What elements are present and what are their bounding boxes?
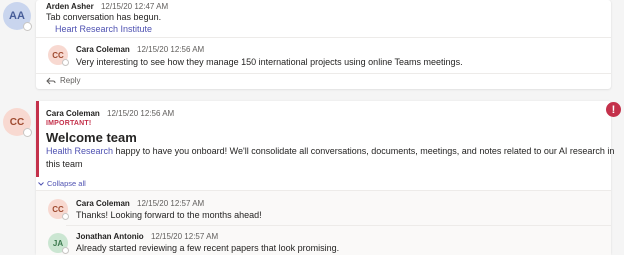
- avatar-initials: CC: [52, 204, 64, 214]
- avatar-cara-coleman[interactable]: CC: [48, 199, 69, 220]
- avatar-cara-coleman[interactable]: CC: [3, 108, 32, 137]
- importance-accent-bar: [36, 101, 39, 177]
- message-body: happy to have you onboard! We'll consoli…: [113, 146, 615, 156]
- author-name[interactable]: Cara Coleman: [76, 199, 130, 208]
- reply-header: Cara Coleman 12/15/20 12:56 AM: [76, 45, 204, 54]
- timestamp: 12/15/20 12:56 AM: [137, 45, 205, 54]
- author-name[interactable]: Arden Asher: [46, 2, 94, 11]
- message-subject: Welcome team: [46, 130, 137, 145]
- presence-status-icon: [62, 59, 69, 66]
- reply-text: Very interesting to see how they manage …: [76, 57, 463, 67]
- author-name[interactable]: Jonathan Antonio: [76, 232, 144, 241]
- message-header: Cara Coleman 12/15/20 12:56 AM: [46, 109, 174, 118]
- message-header: Arden Asher 12/15/20 12:47 AM: [46, 2, 168, 11]
- avatar-initials: CC: [9, 116, 25, 128]
- reply-text: Thanks! Looking forward to the months ah…: [76, 210, 262, 220]
- presence-status-icon: [23, 128, 32, 137]
- avatar-arden-asher[interactable]: AA: [3, 2, 32, 31]
- author-name[interactable]: Cara Coleman: [76, 45, 130, 54]
- reply-text: Already started reviewing a few recent p…: [76, 243, 340, 253]
- message-text-line-1: Health Research happy to have you onboar…: [46, 146, 614, 156]
- heart-research-link[interactable]: Heart Research Institute: [55, 24, 152, 34]
- timestamp: 12/15/20 12:56 AM: [107, 109, 175, 118]
- timestamp: 12/15/20 12:57 AM: [137, 199, 205, 208]
- presence-status-icon: [62, 213, 69, 220]
- important-alert-icon: !: [606, 102, 621, 117]
- avatar-initials: AA: [9, 10, 25, 22]
- message-text: Tab conversation has begun.: [46, 12, 162, 22]
- reply-header: Cara Coleman 12/15/20 12:57 AM: [76, 199, 204, 208]
- reply-header: Jonathan Antonio 12/15/20 12:57 AM: [76, 232, 218, 241]
- reply-divider: [36, 37, 611, 38]
- avatar-jonathan-antonio[interactable]: JA: [48, 233, 69, 254]
- presence-status-icon: [62, 247, 69, 254]
- reply-divider: [66, 225, 611, 226]
- timestamp: 12/15/20 12:57 AM: [150, 232, 219, 241]
- presence-status-icon: [23, 22, 32, 31]
- importance-label: IMPORTANT!: [46, 120, 92, 127]
- reply-arrow-icon: [46, 77, 56, 84]
- avatar-cara-coleman[interactable]: CC: [48, 45, 69, 66]
- collapse-all-button[interactable]: Collapse all: [38, 179, 86, 188]
- reply-button[interactable]: Reply: [46, 76, 80, 85]
- message-thread-1: Arden Asher 12/15/20 12:47 AM Tab conver…: [36, 0, 611, 89]
- avatar-initials: CC: [52, 50, 64, 60]
- reply-label: Reply: [60, 76, 81, 85]
- author-name[interactable]: Cara Coleman: [46, 109, 100, 118]
- timestamp: 12/15/20 12:47 AM: [100, 2, 169, 11]
- collapse-all-label: Collapse all: [47, 179, 86, 188]
- chevron-down-icon: [38, 181, 44, 186]
- collapse-divider: [36, 190, 611, 191]
- avatar-initials: JA: [52, 238, 64, 248]
- health-research-mention[interactable]: Health Research: [46, 146, 113, 156]
- reply-separator: [36, 73, 611, 74]
- message-text-line-2: this team: [46, 159, 83, 169]
